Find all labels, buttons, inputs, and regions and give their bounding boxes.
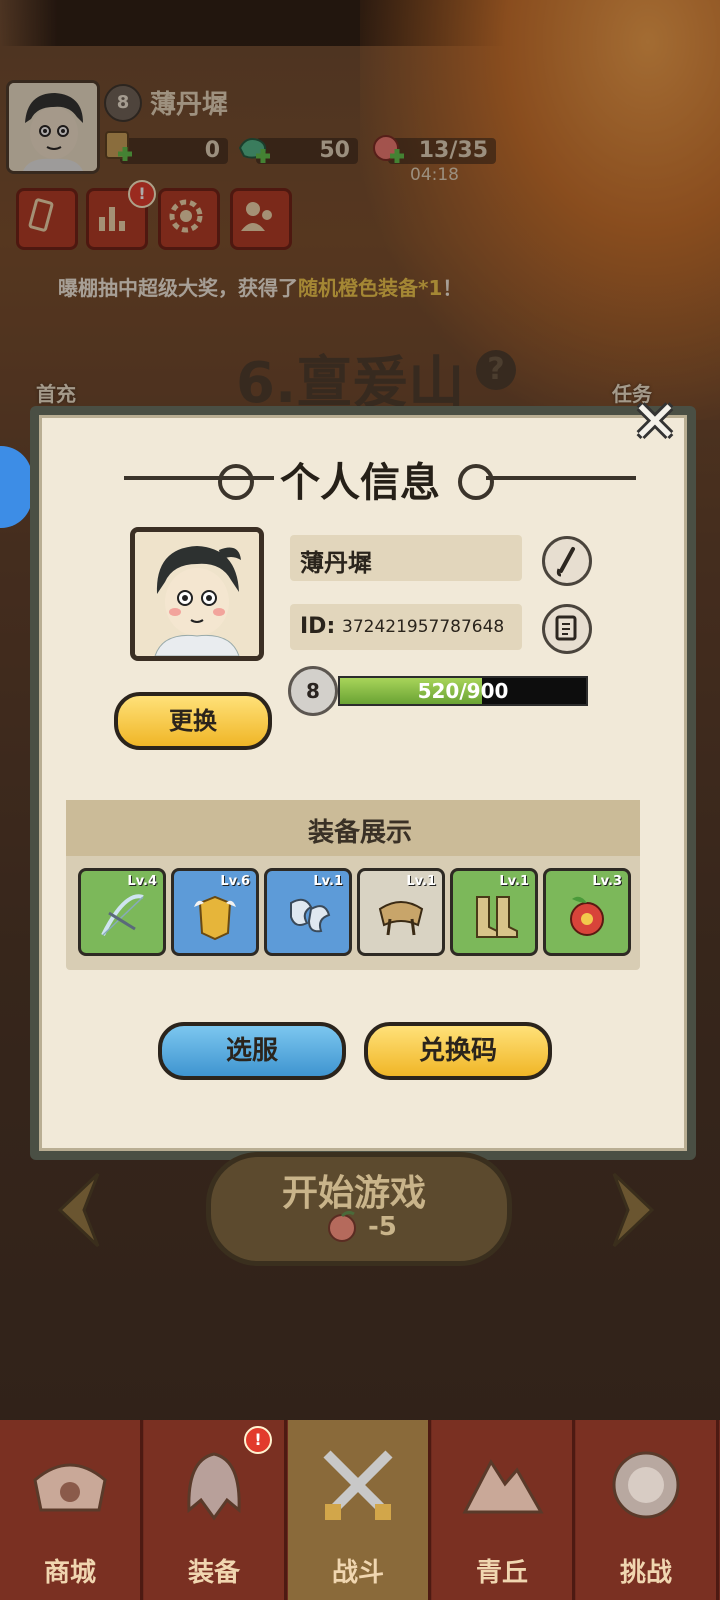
equipment-level: Lv.6	[220, 874, 250, 889]
bracer-icon	[281, 889, 335, 943]
id-field: ID: 372421957787648	[290, 604, 522, 650]
equipment-slot[interactable]: Lv.1	[357, 868, 445, 956]
profile-name: 薄丹墀	[300, 549, 372, 577]
edit-name-button[interactable]	[542, 536, 592, 586]
character-portrait-icon	[135, 532, 259, 656]
equipment-slot[interactable]: Lv.3	[543, 868, 631, 956]
shoulder-pad-icon	[374, 889, 428, 943]
peach-icon	[322, 1210, 362, 1248]
mountain-icon	[457, 1440, 547, 1530]
nav-tab-label: 战斗	[331, 1558, 384, 1588]
copy-id-button[interactable]	[542, 604, 592, 654]
redeem-code-button[interactable]: 兑换码	[364, 1022, 552, 1080]
select-server-button[interactable]: 选服	[158, 1022, 346, 1080]
start-game-cost: -5	[368, 1212, 397, 1242]
brush-icon	[556, 547, 575, 577]
equipment-slot[interactable]: Lv.6	[171, 868, 259, 956]
equipment-slot[interactable]: Lv.1	[450, 868, 538, 956]
nav-tab-label: 商城	[43, 1558, 96, 1588]
crossed-swords-icon	[313, 1440, 403, 1530]
equipment-level: Lv.4	[127, 874, 157, 889]
shop-icon	[25, 1440, 115, 1530]
nav-tab-label: 青丘	[475, 1558, 528, 1588]
nav-tab-label: 挑战	[619, 1558, 672, 1588]
change-avatar-button[interactable]: 更换	[114, 692, 272, 750]
nav-tab-label: 装备	[187, 1558, 240, 1588]
orb-icon	[601, 1440, 691, 1530]
id-label: ID:	[300, 614, 336, 639]
equipment-slot[interactable]: Lv.4	[78, 868, 166, 956]
equipment-level: Lv.1	[406, 874, 436, 889]
equipment-level: Lv.1	[499, 874, 529, 889]
change-avatar-label: 更换	[169, 707, 217, 735]
xp-text: 520/900	[417, 679, 509, 703]
xp-bar: 520/900	[338, 676, 588, 706]
id-value: 372421957787648	[342, 617, 505, 637]
next-stage-arrow-icon[interactable]	[608, 1170, 658, 1254]
copy-icon	[555, 615, 577, 641]
equipment-level: Lv.1	[313, 874, 343, 889]
bow-icon	[95, 889, 149, 943]
helmet-icon	[169, 1440, 259, 1530]
profile-portrait	[130, 527, 264, 661]
prev-stage-arrow-icon[interactable]	[54, 1170, 104, 1254]
equipment-notification-icon: !	[244, 1426, 272, 1454]
start-game-label: 开始游戏	[281, 1173, 426, 1214]
equipment-title: 装备展示	[307, 818, 412, 848]
title-ornament-right	[458, 464, 494, 500]
close-icon[interactable]: ✕	[628, 395, 682, 451]
title-divider-right	[486, 476, 636, 480]
equipment-level: Lv.3	[592, 874, 622, 889]
profile-level-badge: 8	[288, 666, 338, 716]
boots-icon	[467, 889, 521, 943]
redeem-code-label: 兑换码	[418, 1036, 497, 1066]
fruit-amulet-icon	[560, 889, 614, 943]
equipment-slot[interactable]: Lv.1	[264, 868, 352, 956]
golden-armor-icon	[188, 889, 242, 943]
profile-modal	[30, 406, 696, 1160]
select-server-label: 选服	[225, 1036, 278, 1066]
name-field: 薄丹墀	[290, 535, 522, 581]
